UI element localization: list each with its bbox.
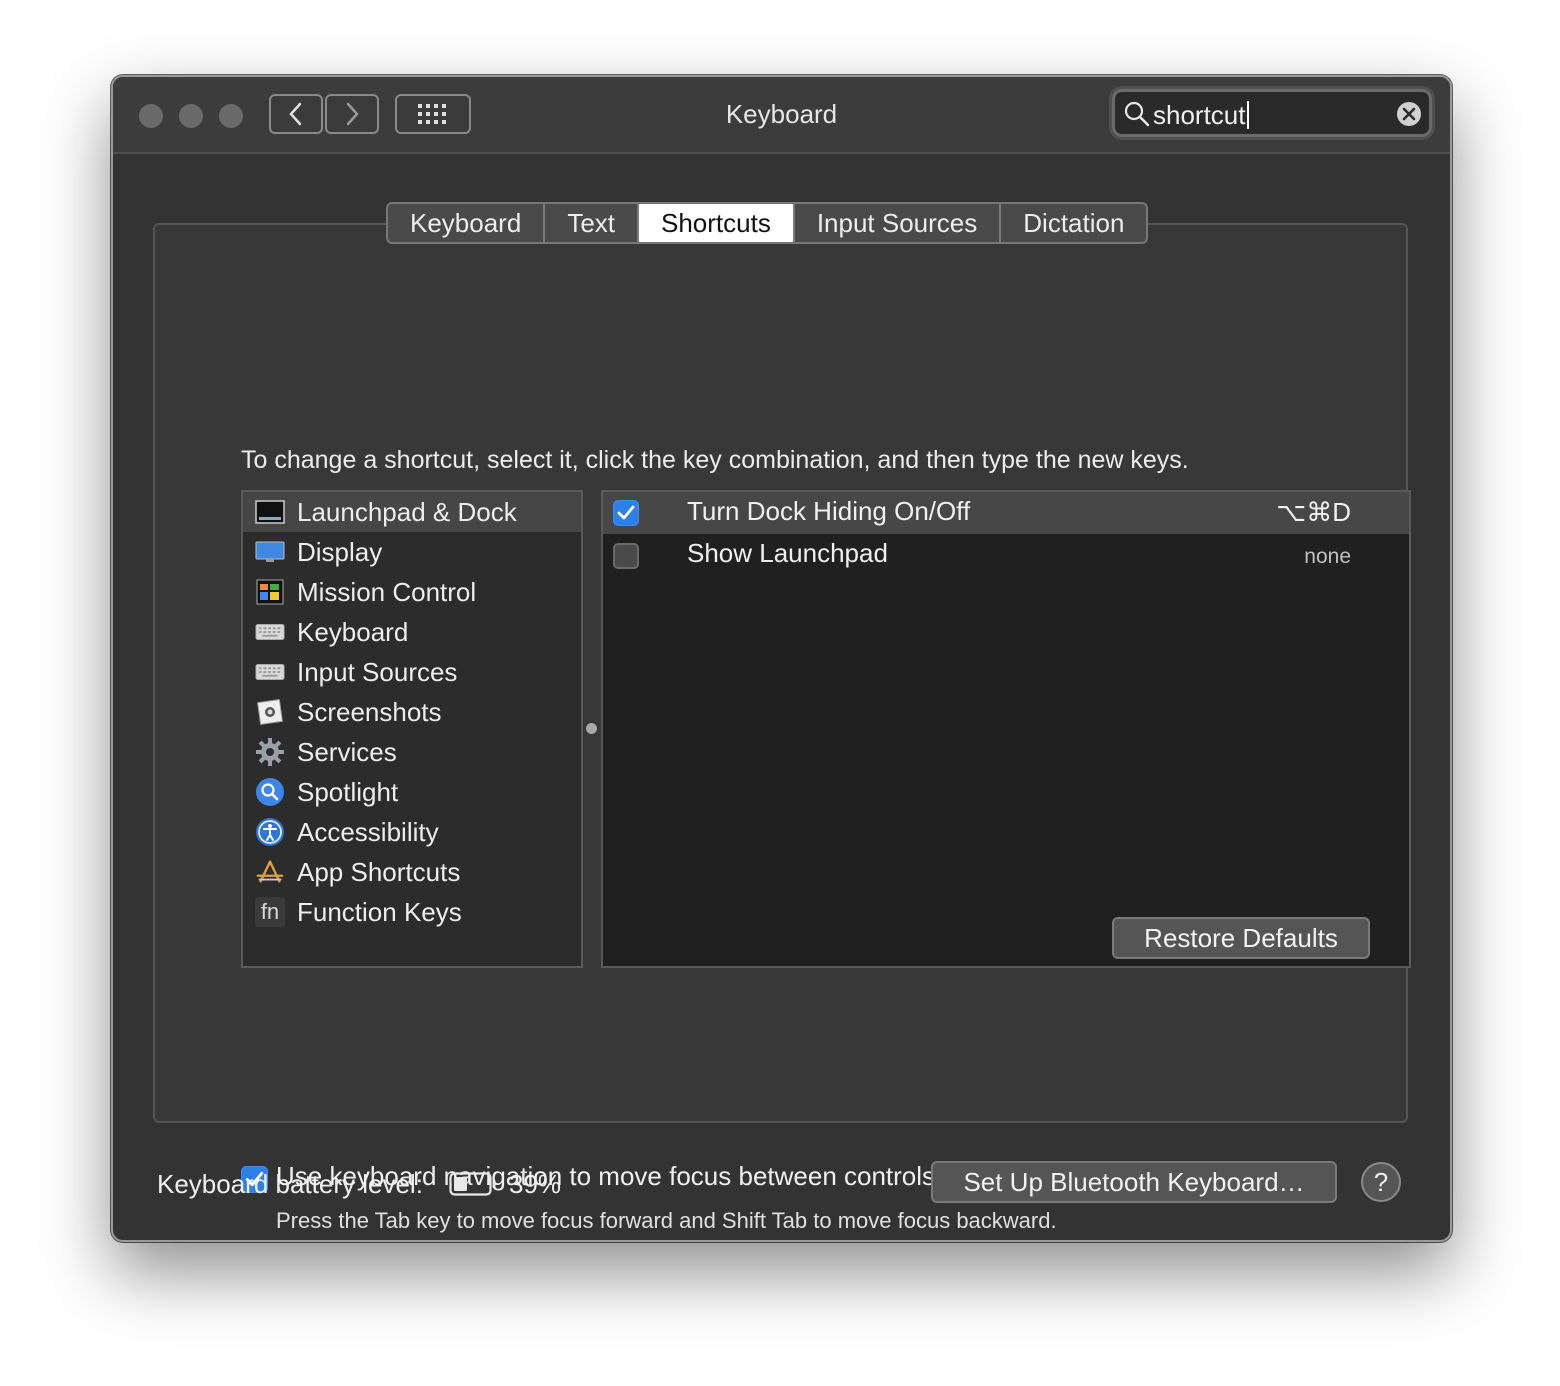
- category-item-mission-control[interactable]: Mission Control: [243, 572, 581, 612]
- input-sources-icon: [255, 657, 285, 687]
- category-label: Display: [297, 536, 383, 567]
- category-label: Accessibility: [297, 816, 439, 847]
- shortcut-row[interactable]: Turn Dock Hiding On/Off ⌥⌘D: [603, 492, 1409, 534]
- category-item-services[interactable]: Services: [243, 732, 581, 772]
- shortcut-checkbox[interactable]: [613, 500, 639, 526]
- keyboard-navigation-hint: Press the Tab key to move focus forward …: [276, 1208, 1057, 1233]
- category-label: Keyboard: [297, 616, 409, 647]
- category-item-keyboard[interactable]: Keyboard: [243, 612, 581, 652]
- tab-bar: Keyboard Text Shortcuts Input Sources Di…: [386, 202, 1149, 244]
- shortcut-keys[interactable]: none: [1304, 545, 1351, 569]
- shortcut-name: Show Launchpad: [687, 538, 888, 568]
- spotlight-icon: [255, 777, 285, 807]
- category-item-input-sources[interactable]: Input Sources: [243, 652, 581, 692]
- battery-icon: [449, 1172, 496, 1196]
- battery-level-label: Keyboard battery level:: [157, 1169, 423, 1199]
- category-label: Function Keys: [297, 896, 462, 927]
- tab-panel: To change a shortcut, select it, click t…: [153, 223, 1411, 1233]
- category-list[interactable]: Launchpad & Dock Display Mission Control…: [241, 490, 583, 968]
- help-button[interactable]: ?: [1361, 1162, 1401, 1202]
- category-label: Mission Control: [297, 576, 477, 607]
- category-label: App Shortcuts: [297, 856, 461, 887]
- checkmark-icon: [617, 505, 635, 520]
- restore-defaults-button[interactable]: Restore Defaults: [1112, 917, 1370, 959]
- tab-keyboard[interactable]: Keyboard: [388, 204, 546, 242]
- set-up-bluetooth-keyboard-button[interactable]: Set Up Bluetooth Keyboard…: [931, 1161, 1337, 1203]
- display-icon: [255, 537, 285, 567]
- app-store-icon: [255, 857, 285, 887]
- screenshots-icon: [255, 697, 285, 727]
- category-item-function-keys[interactable]: fn Function Keys: [243, 892, 581, 932]
- accessibility-icon: [255, 817, 285, 847]
- clear-icon[interactable]: [1395, 100, 1423, 128]
- category-item-accessibility[interactable]: Accessibility: [243, 812, 581, 852]
- tab-shortcuts[interactable]: Shortcuts: [639, 204, 795, 242]
- split-view-divider-handle[interactable]: [586, 723, 597, 734]
- category-label: Input Sources: [297, 656, 458, 687]
- shortcut-list[interactable]: Turn Dock Hiding On/Off ⌥⌘D Show Launchp…: [601, 490, 1411, 968]
- launchpad-dock-icon: [255, 497, 285, 527]
- category-label: Launchpad & Dock: [297, 496, 517, 527]
- magnifier-icon: [1124, 101, 1150, 127]
- keyboard-preferences-window: Keyboard shortcut To change a shortcut, …: [111, 75, 1452, 1242]
- category-item-spotlight[interactable]: Spotlight: [243, 772, 581, 812]
- category-label: Spotlight: [297, 776, 399, 807]
- tab-dictation[interactable]: Dictation: [1001, 204, 1146, 242]
- shortcuts-instructions: To change a shortcut, select it, click t…: [241, 446, 1189, 474]
- search-field[interactable]: shortcut: [1112, 89, 1432, 137]
- title-bar: Keyboard shortcut: [113, 77, 1450, 154]
- category-item-launchpad-dock[interactable]: Launchpad & Dock: [243, 492, 581, 532]
- shortcut-keys[interactable]: ⌥⌘D: [1276, 497, 1351, 528]
- battery-percent: 39%: [509, 1169, 562, 1199]
- keyboard-icon: [255, 617, 285, 647]
- gear-icon: [255, 737, 285, 767]
- shortcut-checkbox[interactable]: [613, 543, 639, 569]
- category-item-app-shortcuts[interactable]: App Shortcuts: [243, 852, 581, 892]
- fn-icon: fn: [255, 897, 285, 927]
- shortcut-row[interactable]: Show Launchpad none: [603, 534, 1409, 576]
- text-caret: [1246, 101, 1249, 129]
- mission-control-icon: [255, 577, 285, 607]
- category-label: Screenshots: [297, 696, 442, 727]
- tab-input-sources[interactable]: Input Sources: [795, 204, 1002, 242]
- shortcut-name: Turn Dock Hiding On/Off: [687, 496, 971, 526]
- category-item-screenshots[interactable]: Screenshots: [243, 692, 581, 732]
- search-input[interactable]: shortcut: [1153, 100, 1246, 130]
- category-label: Services: [297, 736, 397, 767]
- tab-text[interactable]: Text: [545, 204, 639, 242]
- category-item-display[interactable]: Display: [243, 532, 581, 572]
